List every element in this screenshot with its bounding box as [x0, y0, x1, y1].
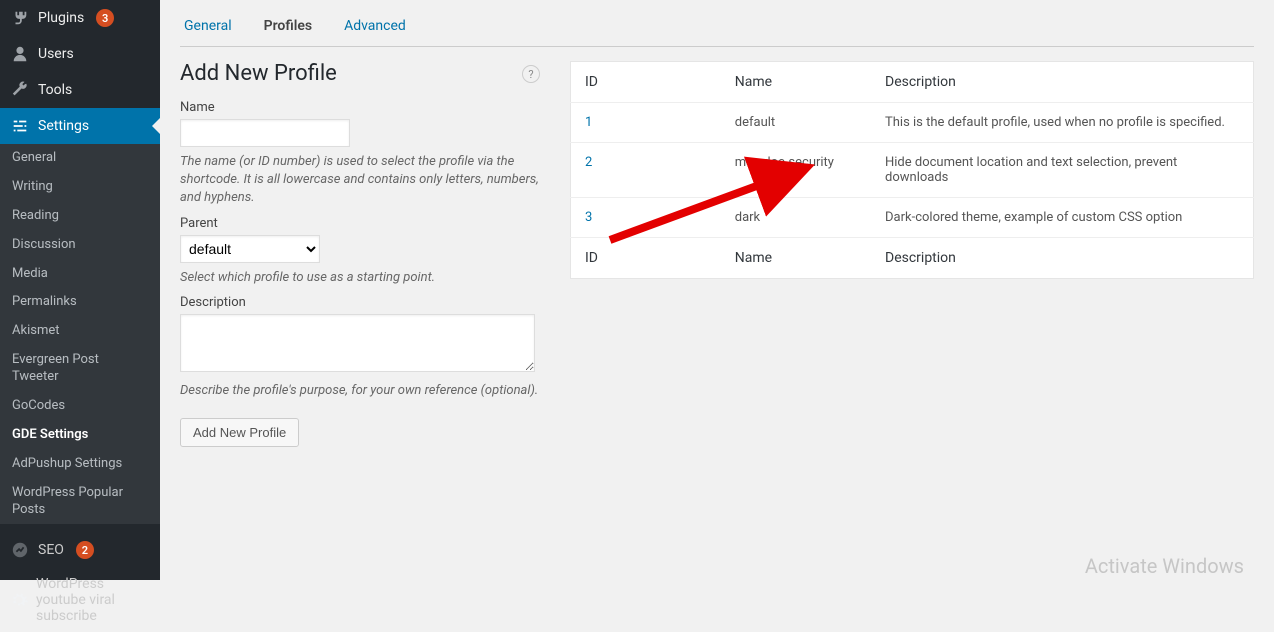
admin-sidebar: Plugins 3 Users Tools Settings General W… [0, 0, 160, 580]
desc-label: Description [180, 295, 540, 310]
main-content: General Profiles Advanced Add New Profil… [160, 0, 1274, 580]
settings-submenu: General Writing Reading Discussion Media… [0, 144, 160, 524]
submenu-akismet[interactable]: Akismet [0, 317, 160, 346]
parent-hint: Select which profile to use as a startin… [180, 269, 540, 287]
os-watermark: Activate Windows [1085, 554, 1244, 578]
sidebar-item-seo[interactable]: SEO 2 [0, 532, 160, 568]
table-row: 3 dark Dark-colored theme, example of cu… [571, 198, 1254, 238]
table-row: 2 max-doc-security Hide document locatio… [571, 143, 1254, 198]
submenu-general[interactable]: General [0, 144, 160, 173]
profile-name: max-doc-security [721, 143, 871, 198]
submenu-gocodes[interactable]: GoCodes [0, 392, 160, 421]
sliders-icon [10, 116, 30, 136]
table-row: 1 default This is the default profile, u… [571, 103, 1254, 143]
submenu-adpushup[interactable]: AdPushup Settings [0, 450, 160, 479]
sidebar-item-plugins[interactable]: Plugins 3 [0, 0, 160, 36]
name-input[interactable] [180, 119, 350, 147]
tf-id[interactable]: ID [571, 238, 721, 279]
tab-profiles[interactable]: Profiles [260, 12, 316, 46]
section-title-text: Add New Profile [180, 61, 337, 86]
help-icon[interactable]: ? [522, 65, 540, 83]
profile-id-link[interactable]: 2 [585, 155, 592, 170]
sidebar-label: SEO [38, 542, 64, 558]
section-title: Add New Profile ? [180, 61, 540, 92]
settings-tabs: General Profiles Advanced [180, 0, 1254, 47]
sidebar-label: Users [38, 46, 74, 62]
sidebar-label: WordPress youtube viral subscribe [36, 576, 150, 624]
submenu-evergreen[interactable]: Evergreen Post Tweeter [0, 346, 160, 392]
profiles-table-wrap: ID Name Description 1 default This is th… [570, 61, 1254, 447]
submenu-gde-settings[interactable]: GDE Settings [0, 421, 160, 450]
name-label: Name [180, 100, 540, 115]
profile-desc: This is the default profile, used when n… [871, 103, 1254, 143]
add-profile-form: Add New Profile ? Name The name (or ID n… [180, 61, 540, 447]
parent-label: Parent [180, 216, 540, 231]
parent-select[interactable]: default [180, 235, 320, 263]
sidebar-item-users[interactable]: Users [0, 36, 160, 72]
submenu-wp-popular[interactable]: WordPress Popular Posts [0, 479, 160, 525]
plug-icon [10, 8, 30, 28]
tf-desc[interactable]: Description [871, 238, 1254, 279]
sidebar-label: Tools [38, 82, 72, 98]
gear-icon [10, 590, 28, 610]
tf-name[interactable]: Name [721, 238, 871, 279]
tab-general[interactable]: General [180, 12, 236, 47]
profile-name: dark [721, 198, 871, 238]
user-icon [10, 44, 30, 64]
sidebar-label: Settings [38, 118, 89, 134]
th-desc[interactable]: Description [871, 62, 1254, 103]
profile-desc: Hide document location and text selectio… [871, 143, 1254, 198]
update-badge: 2 [76, 541, 94, 559]
th-name[interactable]: Name [721, 62, 871, 103]
profile-id-link[interactable]: 3 [585, 210, 592, 225]
submenu-media[interactable]: Media [0, 260, 160, 289]
tab-advanced[interactable]: Advanced [340, 12, 410, 47]
submenu-writing[interactable]: Writing [0, 173, 160, 202]
desc-input[interactable] [180, 314, 535, 372]
sidebar-item-settings[interactable]: Settings [0, 108, 160, 144]
submenu-reading[interactable]: Reading [0, 202, 160, 231]
submenu-permalinks[interactable]: Permalinks [0, 288, 160, 317]
profile-desc: Dark-colored theme, example of custom CS… [871, 198, 1254, 238]
update-badge: 3 [96, 9, 114, 27]
name-hint: The name (or ID number) is used to selec… [180, 153, 540, 208]
desc-hint: Describe the profile's purpose, for your… [180, 382, 540, 400]
sidebar-item-tools[interactable]: Tools [0, 72, 160, 108]
submenu-discussion[interactable]: Discussion [0, 231, 160, 260]
add-profile-button[interactable]: Add New Profile [180, 418, 299, 447]
sidebar-label: Plugins [38, 10, 84, 26]
profiles-table: ID Name Description 1 default This is th… [570, 61, 1254, 279]
profile-name: default [721, 103, 871, 143]
profile-id-link[interactable]: 1 [585, 115, 592, 130]
wrench-icon [10, 80, 30, 100]
seo-icon [10, 540, 30, 560]
th-id[interactable]: ID [571, 62, 721, 103]
sidebar-item-youtube[interactable]: WordPress youtube viral subscribe [0, 568, 160, 632]
